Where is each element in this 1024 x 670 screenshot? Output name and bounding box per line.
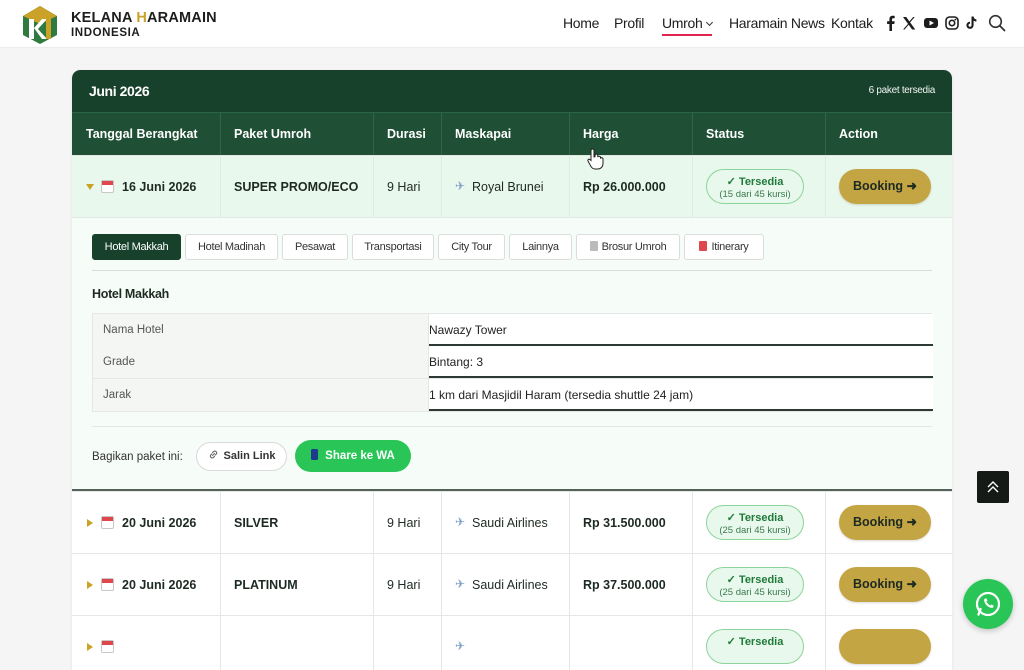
- table-row[interactable]: ✈ ✓ Tersedia: [72, 615, 952, 670]
- month-title: Juni 2026: [89, 83, 150, 99]
- tab-itinerary[interactable]: Itinerary: [684, 234, 764, 260]
- nav-kontak[interactable]: Kontak: [831, 15, 873, 31]
- col-header-airline: Maskapai: [455, 127, 512, 141]
- duration: 9 Hari: [387, 516, 421, 530]
- expand-arrow-icon[interactable]: [87, 519, 93, 527]
- status-badge: ✓ Tersedia: [706, 629, 804, 664]
- airplane-icon: ✈: [455, 577, 466, 591]
- instagram-icon[interactable]: [944, 15, 960, 31]
- col-header-status: Status: [706, 127, 745, 141]
- tab-hotel-madinah[interactable]: Hotel Madinah: [185, 234, 278, 260]
- departure-date: 20 Juni 2026: [122, 516, 197, 530]
- tab-transportasi[interactable]: Transportasi: [352, 234, 434, 260]
- duration: 9 Hari: [387, 180, 421, 194]
- calendar-icon: [101, 516, 114, 529]
- calendar-icon: [699, 241, 708, 251]
- detail-row: Grade Bintang: 3: [92, 346, 933, 379]
- detail-value: 1 km dari Masjidil Haram (tersedia shutt…: [429, 379, 933, 411]
- airline: Saudi Airlines: [472, 516, 548, 530]
- booking-button[interactable]: Booking ➜: [839, 169, 931, 204]
- calendar-icon: [101, 640, 114, 653]
- x-icon[interactable]: [901, 15, 917, 31]
- airplane-icon: ✈: [455, 515, 466, 529]
- month-header: Juni 2026 6 paket tersedia: [72, 70, 952, 112]
- detail-row: Jarak 1 km dari Masjidil Haram (tersedia…: [92, 379, 933, 412]
- detail-value: Bintang: 3: [429, 346, 933, 378]
- tab-brosur-umroh[interactable]: Brosur Umroh: [576, 234, 680, 260]
- calendar-icon: [101, 578, 114, 591]
- expand-arrow-icon[interactable]: [87, 581, 93, 589]
- col-header-price: Harga: [583, 127, 619, 141]
- brand-subtitle: INDONESIA: [71, 27, 141, 39]
- detail-title: Hotel Makkah: [92, 287, 169, 301]
- booking-button[interactable]: Booking ➜: [839, 567, 931, 602]
- table-row[interactable]: 20 Juni 2026 PLATINUM 9 Hari ✈ Saudi Air…: [72, 553, 952, 616]
- col-header-date: Tanggal Berangkat: [86, 127, 198, 141]
- price: Rp 37.500.000: [583, 578, 666, 592]
- whatsapp-icon: [975, 591, 1001, 617]
- copy-link-button[interactable]: Salin Link: [196, 442, 287, 471]
- expand-arrow-icon[interactable]: [86, 184, 94, 190]
- package-detail-panel: Hotel Makkah Hotel Madinah Pesawat Trans…: [72, 217, 952, 489]
- calendar-icon: [101, 180, 114, 193]
- airplane-icon: ✈: [455, 639, 466, 653]
- tab-pesawat[interactable]: Pesawat: [282, 234, 348, 260]
- phone-icon: [311, 449, 319, 460]
- col-header-package: Paket Umroh: [234, 127, 312, 141]
- price: Rp 26.000.000: [583, 180, 666, 194]
- tab-hotel-makkah[interactable]: Hotel Makkah: [92, 234, 181, 260]
- facebook-icon[interactable]: [883, 15, 899, 31]
- airplane-icon: ✈: [455, 179, 466, 193]
- brand-name[interactable]: KELANA HARAMAIN: [71, 10, 217, 26]
- table-row[interactable]: 16 Juni 2026 SUPER PROMO/ECO 9 Hari ✈ Ro…: [72, 155, 952, 218]
- detail-key: Grade: [93, 346, 429, 378]
- table-row[interactable]: 20 Juni 2026 SILVER 9 Hari ✈ Saudi Airli…: [72, 491, 952, 554]
- youtube-icon[interactable]: [923, 15, 939, 31]
- price: Rp 31.500.000: [583, 516, 666, 530]
- package-name: PLATINUM: [234, 578, 298, 592]
- share-label: Bagikan paket ini:: [92, 451, 183, 463]
- col-header-duration: Durasi: [387, 127, 426, 141]
- departure-date: 16 Juni 2026: [122, 180, 197, 194]
- site-header: KELANA HARAMAIN INDONESIA Home Profil Um…: [0, 0, 1024, 48]
- tab-city-tour[interactable]: City Tour: [438, 234, 505, 260]
- detail-key: Jarak: [93, 379, 429, 411]
- nav-haramain-news[interactable]: Haramain News: [729, 15, 825, 31]
- chevron-down-icon: [705, 18, 713, 27]
- whatsapp-float-button[interactable]: [963, 579, 1013, 629]
- detail-row: Nama Hotel Nawazy Tower: [92, 313, 933, 346]
- col-header-action: Action: [839, 127, 878, 141]
- detail-value: Nawazy Tower: [429, 314, 933, 346]
- package-name: SUPER PROMO/ECO: [234, 180, 359, 194]
- airline: Royal Brunei: [472, 180, 544, 194]
- booking-button[interactable]: Booking ➜: [839, 505, 931, 540]
- back-to-top-button[interactable]: [977, 471, 1009, 503]
- document-icon: [589, 241, 598, 251]
- tab-lainnya[interactable]: Lainnya: [509, 234, 572, 260]
- status-badge: ✓ Tersedia (25 dari 45 kursi): [706, 567, 804, 602]
- status-badge: ✓ Tersedia (25 dari 45 kursi): [706, 505, 804, 540]
- expand-arrow-icon[interactable]: [87, 643, 93, 651]
- schedule-card: Juni 2026 6 paket tersedia Tanggal Beran…: [72, 70, 952, 670]
- booking-button[interactable]: [839, 629, 931, 664]
- airline: Saudi Airlines: [472, 578, 548, 592]
- detail-key: Nama Hotel: [93, 314, 429, 346]
- tiktok-icon[interactable]: [963, 15, 979, 31]
- table-header: Tanggal Berangkat Paket Umroh Durasi Mas…: [72, 112, 952, 156]
- package-name: SILVER: [234, 516, 279, 530]
- share-whatsapp-button[interactable]: Share ke WA: [295, 440, 411, 472]
- duration: 9 Hari: [387, 578, 421, 592]
- nav-profil[interactable]: Profil: [614, 15, 644, 31]
- nav-home[interactable]: Home: [563, 15, 599, 31]
- link-icon: [209, 450, 217, 459]
- hand-cursor-icon: [587, 148, 604, 170]
- logo-icon[interactable]: [20, 4, 60, 44]
- status-badge: ✓ Tersedia (15 dari 45 kursi): [706, 169, 804, 204]
- nav-umroh[interactable]: Umroh: [662, 15, 713, 36]
- package-count: 6 paket tersedia: [868, 85, 936, 96]
- departure-date: 20 Juni 2026: [122, 578, 197, 592]
- search-icon[interactable]: [988, 14, 1006, 32]
- double-chevron-up-icon: [987, 481, 999, 493]
